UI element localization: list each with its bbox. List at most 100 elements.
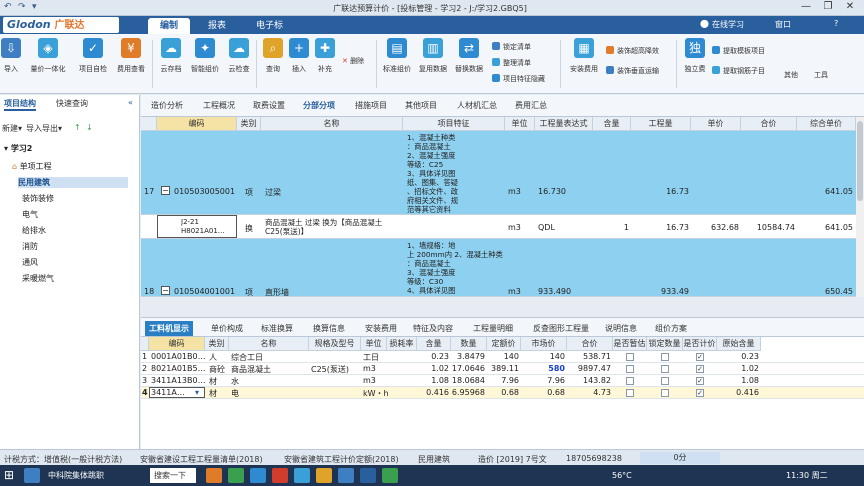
tree-node-project[interactable]: ▾ 学习2 — [4, 143, 32, 154]
grid-header-quantity[interactable]: 工程量 — [631, 117, 691, 131]
window-menu[interactable]: 窗口 — [775, 19, 791, 30]
collapse-row-icon[interactable]: − — [161, 286, 170, 295]
grid-header-lock-quantity[interactable]: 锁定数量 — [647, 337, 683, 351]
priced-checkbox[interactable]: ✓ — [696, 389, 704, 397]
grid-header-content[interactable]: 含量 — [593, 117, 631, 131]
grid-header-market-price[interactable]: 市场价 — [521, 337, 567, 351]
grid-header-quota-price[interactable]: 定额价 — [487, 337, 521, 351]
tree-node-decoration[interactable]: 装饰装修 — [22, 193, 54, 204]
grid-header-code[interactable]: 编码 — [149, 337, 205, 351]
estimate-checkbox[interactable] — [626, 389, 634, 397]
menu-tab-report[interactable]: 报表 — [196, 18, 238, 34]
install-fee-button[interactable]: ▦ 安装费用 — [564, 38, 604, 74]
lock-quantity-checkbox[interactable] — [661, 365, 669, 373]
grid-header-content[interactable]: 含量 — [417, 337, 451, 351]
tab-other-items[interactable]: 其他项目 — [405, 100, 437, 111]
tab-pricing-scheme[interactable]: 组价方案 — [651, 321, 691, 336]
grid-header-original-content[interactable]: 原始含量 — [717, 337, 761, 351]
dropdown-icon[interactable]: ▾ — [195, 388, 199, 397]
tab-bill-items[interactable]: 分部分项 — [303, 100, 335, 111]
taskbar-app-icon[interactable] — [382, 468, 398, 483]
online-learning-link[interactable]: 在线学习 — [712, 19, 744, 30]
grid-header-unit-price[interactable]: 单价 — [691, 117, 741, 131]
tree-node-fire[interactable]: 消防 — [22, 241, 38, 252]
independent-fee-button[interactable]: 独独立费 — [678, 38, 712, 74]
taskbar-app-icon[interactable] — [24, 468, 40, 483]
tab-measures[interactable]: 措施项目 — [355, 100, 387, 111]
tab-quantity-detail[interactable]: 工程量明细 — [469, 321, 517, 336]
close-icon[interactable]: ✕ — [840, 1, 860, 15]
redo-icon[interactable]: ↷ — [18, 2, 26, 12]
tree-node-electrical[interactable]: 电气 — [22, 209, 38, 220]
self-check-button[interactable]: ✓ 项目自检 — [76, 38, 110, 74]
tree-node-plumbing[interactable]: 给排水 — [22, 225, 46, 236]
tab-price-composition[interactable]: 单价构成 — [207, 321, 247, 336]
tree-node-civil-building[interactable]: 民用建筑 — [18, 177, 128, 188]
tab-project-structure[interactable]: 项目结构 — [4, 98, 36, 111]
material-market-price[interactable]: 0.68 — [521, 388, 565, 397]
menu-tab-e-bid[interactable]: 电子标 — [244, 18, 295, 34]
taskbar-app-icon[interactable] — [250, 468, 266, 483]
quick-access-dropdown-icon[interactable]: ▾ — [32, 2, 37, 12]
priced-checkbox[interactable]: ✓ — [696, 353, 704, 361]
grid-header-unit[interactable]: 单位 — [361, 337, 387, 351]
lock-quantity-checkbox[interactable] — [661, 377, 669, 385]
online-learning-icon[interactable]: ⬤ — [700, 19, 709, 28]
help-icon[interactable]: ? — [834, 19, 838, 28]
taskbar-app-icon[interactable] — [360, 468, 376, 483]
grid-header-is-priced[interactable]: 是否计价 — [683, 337, 717, 351]
upper-grid-scrollbar[interactable] — [856, 117, 864, 297]
reuse-data-button[interactable]: ▥ 复用数据 — [416, 38, 450, 74]
tab-standard-conversion[interactable]: 标准换算 — [257, 321, 297, 336]
tab-conversion-info[interactable]: 换算信息 — [309, 321, 349, 336]
cloud-archive-button[interactable]: ☁ 云存档 — [154, 38, 188, 74]
grid-header-unit[interactable]: 单位 — [505, 117, 535, 131]
grid-header-name[interactable]: 名称 — [229, 337, 309, 351]
grid-header-code[interactable]: 编码 — [157, 117, 237, 131]
taskbar-app-icon[interactable] — [294, 468, 310, 483]
quantity-price-button[interactable]: ◈ 量价一体化 — [24, 38, 72, 74]
material-market-price[interactable]: 7.96 — [521, 376, 565, 385]
organize-bill-button[interactable]: 整理清单 — [492, 58, 531, 68]
tree-node-single-project[interactable]: ⌂ 单项工程 — [12, 161, 52, 172]
undo-icon[interactable]: ↶ — [4, 2, 12, 12]
tab-labor-material-machine[interactable]: 工料机显示 — [145, 321, 193, 336]
grid-header-type[interactable]: 类别 — [237, 117, 261, 131]
tree-node-heating-gas[interactable]: 采暖燃气 — [22, 273, 54, 284]
smart-pricing-button[interactable]: ✦ 智能组价 — [188, 38, 222, 74]
tab-install-fee[interactable]: 安装费用 — [361, 321, 401, 336]
taskbar-app-icon[interactable] — [316, 468, 332, 483]
tab-description[interactable]: 说明信息 — [601, 321, 641, 336]
table-row[interactable]: 1 0001A01B0… 人 综合工日 工日 0.23 3.8479 140 1… — [141, 351, 864, 363]
table-row[interactable]: 17 − 010503005001 项 过梁 1、混凝土种类 ：商品混凝土 2、… — [141, 131, 856, 215]
table-row[interactable]: 3 3411A13B0… 材 水 m3 1.08 18.0684 7.96 7.… — [141, 375, 864, 387]
standard-pricing-button[interactable]: ▤ 标准组价 — [380, 38, 414, 74]
new-dropdown[interactable]: 新建▾ — [2, 123, 22, 134]
tab-reverse-graphic-quantity[interactable]: 反查图形工程量 — [529, 321, 593, 336]
move-down-icon[interactable]: ↓ — [86, 123, 93, 132]
grid-header-feature[interactable]: 项目特征 — [403, 117, 505, 131]
windows-start-icon[interactable]: ⊞ — [4, 468, 14, 483]
scrollbar-thumb[interactable] — [857, 121, 863, 201]
restore-icon[interactable]: ❐ — [818, 1, 838, 15]
cloud-check-button[interactable]: ☁ 云检查 — [222, 38, 256, 74]
estimate-checkbox[interactable] — [626, 377, 634, 385]
tab-cost-analysis[interactable]: 造价分析 — [151, 100, 183, 111]
menu-tab-edit[interactable]: 编制 — [148, 18, 191, 34]
minimize-icon[interactable]: — — [796, 1, 816, 15]
hide-feature-button[interactable]: 项目特征隐藏 — [492, 74, 545, 84]
tab-fee-summary[interactable]: 费用汇总 — [515, 100, 547, 111]
grid-header-composite-price[interactable]: 综合单价 — [797, 117, 856, 131]
tab-project-overview[interactable]: 工程概况 — [203, 100, 235, 111]
table-row[interactable]: 18 − 010504001001 项 直形墙 1、墙规格：地 上 200mm内… — [141, 239, 856, 297]
grid-header-is-estimate[interactable]: 是否暂估 — [613, 337, 647, 351]
grid-header-total[interactable]: 合价 — [567, 337, 613, 351]
decor-height-button[interactable]: 装饰超高降效 — [606, 46, 659, 56]
tax-method-status[interactable]: 计税方式：增值税(一般计税方法) — [4, 454, 122, 465]
grid-header-loss-rate[interactable]: 损耗率 — [387, 337, 417, 351]
lock-quantity-checkbox[interactable] — [661, 353, 669, 361]
import-export-dropdown[interactable]: 导入导出▾ — [26, 123, 62, 134]
tab-material-summary[interactable]: 人材机汇总 — [457, 100, 497, 111]
supplement-button[interactable]: ✚ 补充 — [308, 38, 342, 74]
decor-vertical-button[interactable]: 装饰垂直运输 — [606, 66, 659, 76]
